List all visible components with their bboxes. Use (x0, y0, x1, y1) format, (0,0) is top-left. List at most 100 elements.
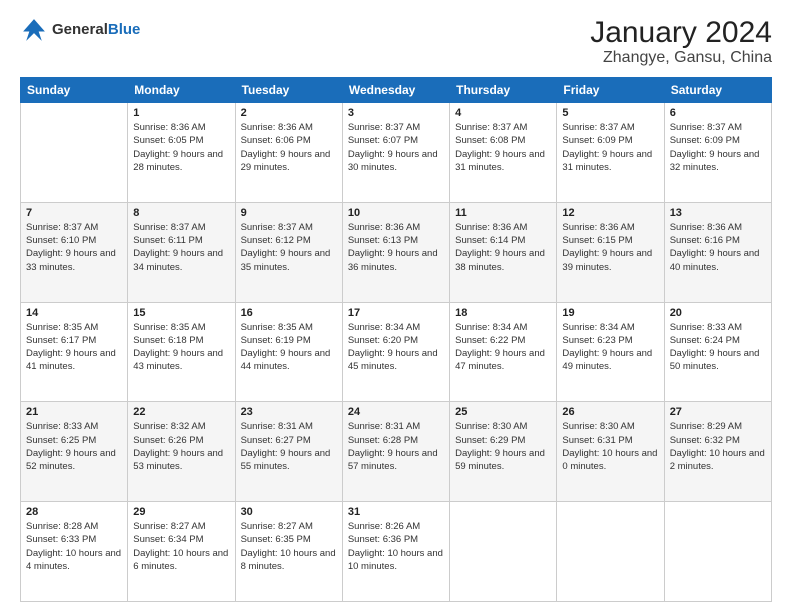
table-cell: 30 Sunrise: 8:27 AM Sunset: 6:35 PM Dayl… (235, 502, 342, 602)
table-cell: 19 Sunrise: 8:34 AM Sunset: 6:23 PM Dayl… (557, 302, 664, 402)
day-number: 1 (133, 107, 229, 119)
table-cell (450, 502, 557, 602)
header-thursday: Thursday (450, 78, 557, 103)
day-daylight: Daylight: 9 hours and 28 minutes. (133, 149, 223, 173)
week-row-1: 7 Sunrise: 8:37 AM Sunset: 6:10 PM Dayli… (21, 202, 772, 302)
day-sunset: Sunset: 6:32 PM (670, 435, 740, 446)
day-sunrise: Sunrise: 8:36 AM (133, 122, 205, 133)
day-sunrise: Sunrise: 8:30 AM (455, 421, 527, 432)
day-number: 9 (241, 207, 337, 219)
header-friday: Friday (557, 78, 664, 103)
day-sunrise: Sunrise: 8:33 AM (670, 322, 742, 333)
day-sunrise: Sunrise: 8:37 AM (26, 222, 98, 233)
day-number: 28 (26, 506, 122, 518)
day-sunrise: Sunrise: 8:36 AM (562, 222, 634, 233)
table-cell (21, 103, 128, 203)
table-cell: 5 Sunrise: 8:37 AM Sunset: 6:09 PM Dayli… (557, 103, 664, 203)
table-cell: 8 Sunrise: 8:37 AM Sunset: 6:11 PM Dayli… (128, 202, 235, 302)
day-daylight: Daylight: 9 hours and 57 minutes. (348, 448, 438, 472)
table-cell: 6 Sunrise: 8:37 AM Sunset: 6:09 PM Dayli… (664, 103, 771, 203)
table-cell (557, 502, 664, 602)
day-sunrise: Sunrise: 8:31 AM (241, 421, 313, 432)
day-number: 29 (133, 506, 229, 518)
day-sunrise: Sunrise: 8:27 AM (133, 521, 205, 532)
day-daylight: Daylight: 9 hours and 32 minutes. (670, 149, 760, 173)
day-number: 4 (455, 107, 551, 119)
logo-text: GeneralBlue (52, 21, 140, 39)
day-daylight: Daylight: 10 hours and 0 minutes. (562, 448, 657, 472)
day-number: 10 (348, 207, 444, 219)
table-cell: 13 Sunrise: 8:36 AM Sunset: 6:16 PM Dayl… (664, 202, 771, 302)
table-cell: 20 Sunrise: 8:33 AM Sunset: 6:24 PM Dayl… (664, 302, 771, 402)
day-sunset: Sunset: 6:16 PM (670, 235, 740, 246)
day-sunset: Sunset: 6:33 PM (26, 534, 96, 545)
table-cell: 23 Sunrise: 8:31 AM Sunset: 6:27 PM Dayl… (235, 402, 342, 502)
header-tuesday: Tuesday (235, 78, 342, 103)
table-cell: 31 Sunrise: 8:26 AM Sunset: 6:36 PM Dayl… (342, 502, 449, 602)
page: GeneralBlue January 2024 Zhangye, Gansu,… (0, 0, 792, 612)
weekday-header-row: Sunday Monday Tuesday Wednesday Thursday… (21, 78, 772, 103)
day-number: 12 (562, 207, 658, 219)
week-row-0: 1 Sunrise: 8:36 AM Sunset: 6:05 PM Dayli… (21, 103, 772, 203)
logo-general: General (52, 21, 108, 38)
day-number: 17 (348, 307, 444, 319)
day-daylight: Daylight: 10 hours and 8 minutes. (241, 548, 336, 572)
day-daylight: Daylight: 9 hours and 30 minutes. (348, 149, 438, 173)
day-sunset: Sunset: 6:24 PM (670, 335, 740, 346)
calendar-subtitle: Zhangye, Gansu, China (590, 49, 772, 67)
table-cell: 12 Sunrise: 8:36 AM Sunset: 6:15 PM Dayl… (557, 202, 664, 302)
day-sunset: Sunset: 6:28 PM (348, 435, 418, 446)
day-sunset: Sunset: 6:18 PM (133, 335, 203, 346)
day-sunset: Sunset: 6:06 PM (241, 135, 311, 146)
day-sunrise: Sunrise: 8:27 AM (241, 521, 313, 532)
table-cell: 3 Sunrise: 8:37 AM Sunset: 6:07 PM Dayli… (342, 103, 449, 203)
day-daylight: Daylight: 9 hours and 55 minutes. (241, 448, 331, 472)
table-cell: 25 Sunrise: 8:30 AM Sunset: 6:29 PM Dayl… (450, 402, 557, 502)
day-daylight: Daylight: 9 hours and 35 minutes. (241, 248, 331, 272)
day-number: 23 (241, 406, 337, 418)
table-cell: 17 Sunrise: 8:34 AM Sunset: 6:20 PM Dayl… (342, 302, 449, 402)
day-number: 13 (670, 207, 766, 219)
day-daylight: Daylight: 9 hours and 47 minutes. (455, 348, 545, 372)
table-cell: 14 Sunrise: 8:35 AM Sunset: 6:17 PM Dayl… (21, 302, 128, 402)
day-number: 6 (670, 107, 766, 119)
table-cell: 29 Sunrise: 8:27 AM Sunset: 6:34 PM Dayl… (128, 502, 235, 602)
table-cell: 18 Sunrise: 8:34 AM Sunset: 6:22 PM Dayl… (450, 302, 557, 402)
day-daylight: Daylight: 9 hours and 31 minutes. (455, 149, 545, 173)
day-sunrise: Sunrise: 8:29 AM (670, 421, 742, 432)
day-number: 19 (562, 307, 658, 319)
day-number: 22 (133, 406, 229, 418)
day-daylight: Daylight: 9 hours and 31 minutes. (562, 149, 652, 173)
day-sunset: Sunset: 6:14 PM (455, 235, 525, 246)
day-sunrise: Sunrise: 8:34 AM (455, 322, 527, 333)
day-sunrise: Sunrise: 8:32 AM (133, 421, 205, 432)
table-cell: 16 Sunrise: 8:35 AM Sunset: 6:19 PM Dayl… (235, 302, 342, 402)
day-sunrise: Sunrise: 8:37 AM (562, 122, 634, 133)
day-sunset: Sunset: 6:31 PM (562, 435, 632, 446)
day-number: 20 (670, 307, 766, 319)
day-sunset: Sunset: 6:15 PM (562, 235, 632, 246)
header-sunday: Sunday (21, 78, 128, 103)
day-sunrise: Sunrise: 8:35 AM (26, 322, 98, 333)
day-sunset: Sunset: 6:22 PM (455, 335, 525, 346)
table-cell: 7 Sunrise: 8:37 AM Sunset: 6:10 PM Dayli… (21, 202, 128, 302)
day-sunset: Sunset: 6:20 PM (348, 335, 418, 346)
day-number: 8 (133, 207, 229, 219)
day-daylight: Daylight: 9 hours and 43 minutes. (133, 348, 223, 372)
day-sunset: Sunset: 6:09 PM (562, 135, 632, 146)
table-cell: 24 Sunrise: 8:31 AM Sunset: 6:28 PM Dayl… (342, 402, 449, 502)
day-sunrise: Sunrise: 8:37 AM (455, 122, 527, 133)
day-number: 5 (562, 107, 658, 119)
day-daylight: Daylight: 9 hours and 44 minutes. (241, 348, 331, 372)
day-number: 21 (26, 406, 122, 418)
day-sunset: Sunset: 6:12 PM (241, 235, 311, 246)
day-sunrise: Sunrise: 8:36 AM (348, 222, 420, 233)
week-row-3: 21 Sunrise: 8:33 AM Sunset: 6:25 PM Dayl… (21, 402, 772, 502)
day-sunset: Sunset: 6:23 PM (562, 335, 632, 346)
day-number: 15 (133, 307, 229, 319)
day-sunrise: Sunrise: 8:36 AM (455, 222, 527, 233)
day-sunset: Sunset: 6:17 PM (26, 335, 96, 346)
day-daylight: Daylight: 9 hours and 34 minutes. (133, 248, 223, 272)
table-cell: 15 Sunrise: 8:35 AM Sunset: 6:18 PM Dayl… (128, 302, 235, 402)
header: GeneralBlue January 2024 Zhangye, Gansu,… (20, 16, 772, 67)
